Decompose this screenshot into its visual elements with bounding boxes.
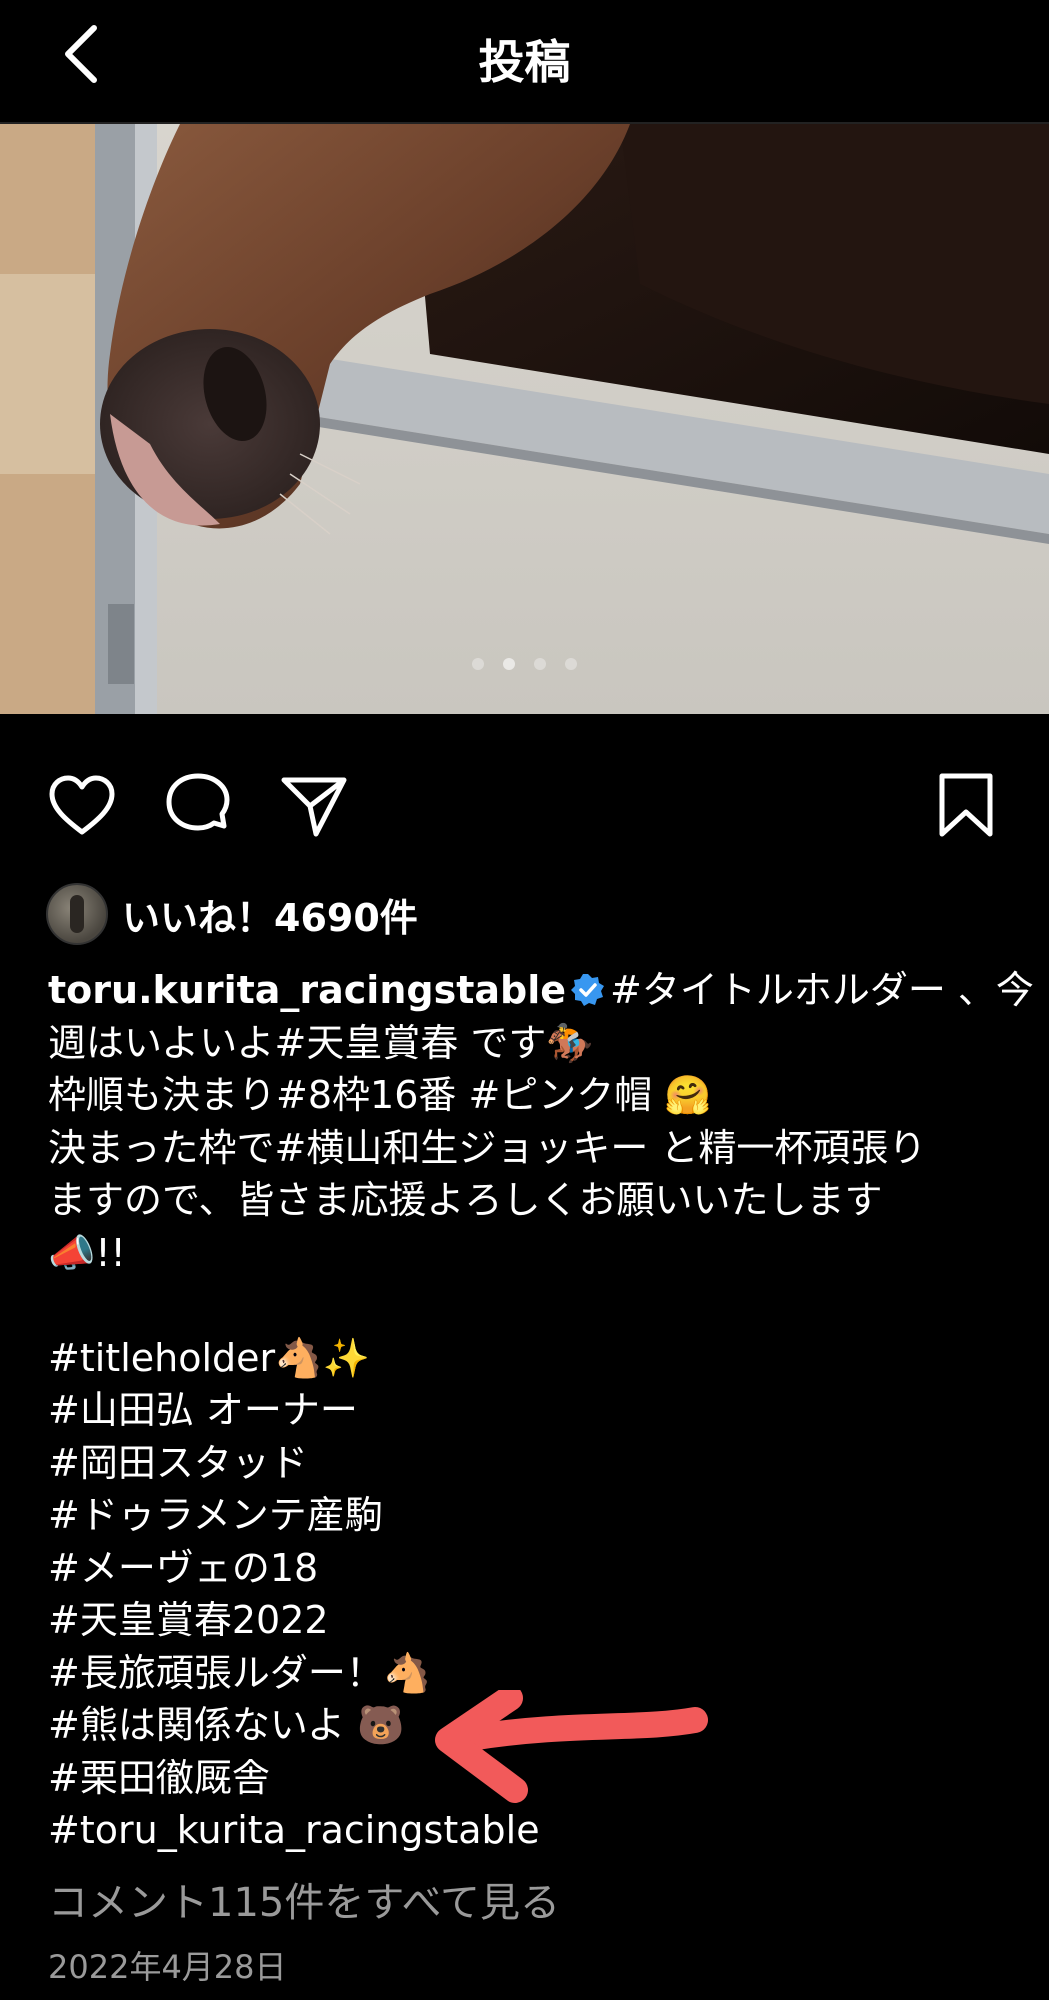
carousel-dot <box>502 658 515 670</box>
caption-line: ますので、皆さま応援よろしくお願いいたします <box>48 1178 883 1222</box>
like-button[interactable] <box>46 770 118 842</box>
caption-line: 決まった枠で#横山和生ジョッキー と精一杯頑張り <box>48 1125 927 1170</box>
post-screen: 投稿 いいね！4690件 toru.kurita_racingstable #タ… <box>0 0 1049 2000</box>
heart-icon <box>49 775 115 835</box>
share-button[interactable] <box>278 770 350 842</box>
caption-line[interactable]: #タイトルホルダー 、今 <box>610 968 1034 1012</box>
likes-row[interactable]: いいね！4690件 <box>46 883 418 945</box>
comment-icon <box>166 773 230 831</box>
caption-line: 週はいよいよ#天皇賞春 です🏇 <box>48 1020 594 1065</box>
verified-badge-icon <box>571 974 605 1006</box>
post-photo[interactable] <box>0 124 1049 714</box>
hashtag-link[interactable]: #天皇賞春2022 <box>48 1594 1008 1647</box>
post-date: 2022年4月28日 <box>48 1948 287 1986</box>
hashtag-link[interactable]: #toru_kurita_racingstable <box>48 1804 1008 1857</box>
save-button[interactable] <box>930 770 1002 842</box>
bookmark-icon <box>939 773 993 837</box>
caption-line: 📣!! <box>48 1230 126 1275</box>
send-icon <box>281 777 347 837</box>
hashtag-link[interactable]: #メーヴェの18 <box>48 1542 1008 1595</box>
top-bar: 投稿 <box>0 0 1049 124</box>
carousel-dot <box>471 658 484 670</box>
hashtag-link[interactable]: #ドゥラメンテ産駒 <box>48 1489 1008 1542</box>
hashtag-link[interactable]: #岡田スタッド <box>48 1437 1008 1490</box>
view-all-comments-link[interactable]: コメント115件をすべて見る <box>48 1870 560 1928</box>
page-title: 投稿 <box>478 35 571 89</box>
liker-avatar <box>46 883 108 945</box>
author-username[interactable]: toru.kurita_racingstable <box>48 968 566 1012</box>
hashtag-link[interactable]: #titleholder🐴✨ <box>48 1332 1008 1385</box>
likes-count: いいね！4690件 <box>122 895 418 940</box>
carousel-dot <box>534 658 547 670</box>
annotation-arrow-icon <box>435 1690 708 1803</box>
caption-line: 枠順も決まり#8枠16番 #ピンク帽 🤗 <box>48 1073 712 1117</box>
hashtag-link[interactable]: #山田弘 オーナー <box>48 1384 1008 1437</box>
comment-button[interactable] <box>162 770 234 842</box>
action-bar <box>0 760 1049 850</box>
carousel-dot <box>565 658 578 670</box>
carousel-indicator <box>0 655 1049 674</box>
horse-image <box>0 124 1049 714</box>
